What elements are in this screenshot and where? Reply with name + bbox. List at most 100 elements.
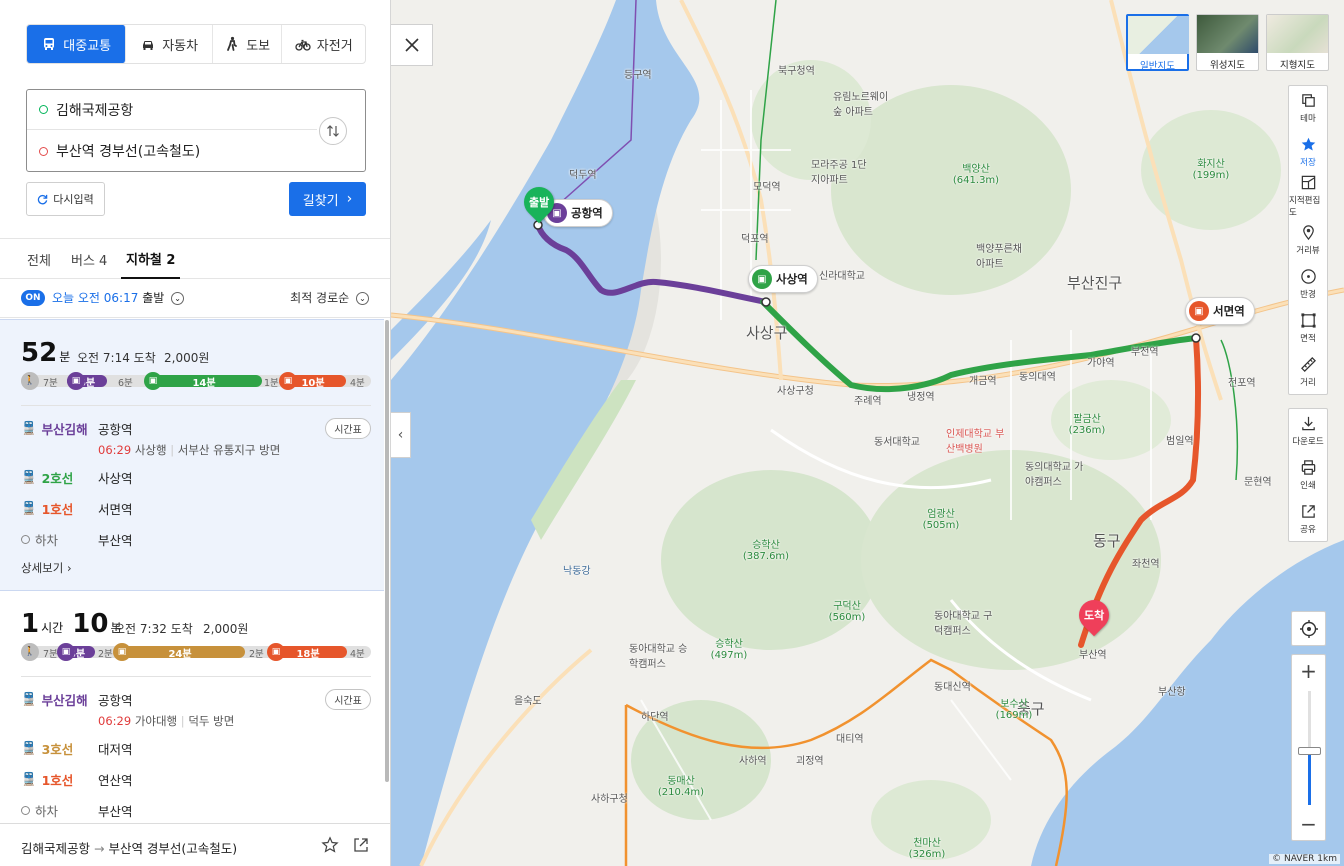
station-label: 가야역 bbox=[1087, 358, 1115, 369]
map-view[interactable]: 사상구 부산진구 동구 중구 낙동강 을숙도 사상구청 동서대학교 인제대학교 … bbox=[391, 0, 1344, 866]
arrive-time: 오전 7:14 도착 bbox=[77, 351, 156, 365]
maptype-normal[interactable]: 일반지도 bbox=[1126, 14, 1189, 72]
maptype-terrain[interactable]: 지형지도 bbox=[1266, 14, 1329, 71]
step-row: 🚆 부산김해 공항역 bbox=[21, 418, 133, 438]
station-name: 대저역 bbox=[98, 741, 133, 757]
line-name: 1호선 bbox=[41, 501, 74, 517]
tool-distance[interactable]: 거리 bbox=[1289, 350, 1327, 394]
star-icon[interactable] bbox=[321, 836, 339, 854]
timetable-button[interactable]: 시간표 bbox=[325, 418, 371, 439]
destination-field[interactable]: 부산역 경부선(고속철도) bbox=[27, 131, 317, 171]
tool-save[interactable]: 저장 bbox=[1289, 130, 1327, 174]
chevron-right-icon: › bbox=[66, 561, 72, 575]
segment-line3: 24분 bbox=[115, 646, 245, 660]
swap-button[interactable] bbox=[319, 117, 347, 145]
current-location-button[interactable] bbox=[1291, 611, 1326, 646]
station-name: 서면역 bbox=[98, 501, 133, 517]
find-route-button[interactable]: 길찾기 › bbox=[289, 182, 366, 216]
mode-walk[interactable]: 도보 bbox=[213, 25, 283, 63]
walk-time: 6분 bbox=[118, 378, 133, 389]
station-pin-sasang[interactable]: ▣ 사상역 bbox=[748, 265, 818, 293]
bottom-to: 부산역 경부선(고속철도) bbox=[108, 841, 238, 856]
chevron-down-icon: ⌄ bbox=[356, 292, 369, 305]
tool-cadastral[interactable]: 지적편집도 bbox=[1289, 174, 1327, 218]
train-info: 06:29 가야대행 | 덕두 방면 bbox=[98, 714, 235, 728]
detail-link[interactable]: 상세보기 › bbox=[21, 560, 72, 576]
tool-label: 지적편집도 bbox=[1289, 196, 1321, 218]
mode-car[interactable]: 자동차 bbox=[126, 25, 213, 63]
start-label: 출발 bbox=[528, 196, 550, 209]
route-duration: 52 분 bbox=[21, 338, 70, 368]
maptype-satellite[interactable]: 위성지도 bbox=[1196, 14, 1259, 71]
mode-label: 도보 bbox=[246, 38, 271, 54]
train-time: 06:29 bbox=[98, 714, 132, 728]
line-name: 3호선 bbox=[41, 741, 74, 757]
tool-label: 저장 bbox=[1300, 158, 1316, 168]
duration-minutes: 52 bbox=[21, 338, 58, 368]
station-label: 범일역 bbox=[1166, 436, 1194, 447]
mode-transit[interactable]: 대중교통 bbox=[27, 25, 127, 63]
zoom-control: + − bbox=[1291, 654, 1326, 841]
route-result-2[interactable]: 1 시간 10 분 오전 7:32 도착 2,000원 🚶 7분 8분 ▣ 2분 2… bbox=[0, 591, 384, 819]
train-icon: 🚆 bbox=[21, 691, 37, 706]
route-panel: 대중교통 자동차 도보 자전거 김해국제공항 부산역 경부선(고속철도) 다시입… bbox=[0, 0, 391, 866]
sort-dropdown[interactable]: 최적 경로순 ⌄ bbox=[290, 289, 369, 306]
tab-bus[interactable]: 버스 4 bbox=[71, 239, 107, 279]
result-tabs: 전체 버스 4 지하철 2 bbox=[0, 238, 390, 279]
close-button[interactable] bbox=[391, 24, 433, 66]
tool-label: 면적 bbox=[1300, 334, 1316, 344]
departure-time[interactable]: 오늘 오전 06:17 출발 ⌄ bbox=[52, 289, 185, 306]
share-icon bbox=[1301, 505, 1315, 518]
tab-subway[interactable]: 지하철 2 bbox=[121, 239, 181, 279]
collapse-panel-button[interactable]: ‹ bbox=[391, 412, 411, 458]
tool-radius[interactable]: 반경 bbox=[1289, 262, 1327, 306]
tool-print[interactable]: 인쇄 bbox=[1289, 453, 1327, 497]
zoom-slider-thumb[interactable] bbox=[1298, 747, 1321, 755]
station-label: 북구청역 bbox=[778, 66, 815, 77]
tool-area[interactable]: 면적 bbox=[1289, 306, 1327, 350]
route-result-1[interactable]: 52 분 오전 7:14 도착 2,000원 🚶 7분 6분 ▣ 6분 14분 ▣… bbox=[0, 319, 384, 591]
tool-download[interactable]: 다운로드 bbox=[1289, 409, 1327, 453]
zoom-out-button[interactable]: − bbox=[1292, 808, 1325, 840]
station-label: 좌천역 bbox=[1132, 559, 1160, 570]
station-label: 문현역 bbox=[1244, 477, 1272, 488]
train-info: 06:29 사상행 | 서부산 유통지구 방면 bbox=[98, 443, 281, 457]
download-icon bbox=[1301, 416, 1315, 431]
timetable-button[interactable]: 시간표 bbox=[325, 689, 371, 710]
bus-icon bbox=[44, 38, 55, 50]
station-label: 부전역 bbox=[1131, 347, 1159, 358]
river-label: 낙동강 bbox=[563, 566, 591, 577]
maptype-label: 위성지도 bbox=[1210, 60, 1245, 71]
station-label: 덕두역 bbox=[569, 170, 597, 181]
tool-share[interactable]: 공유 bbox=[1289, 497, 1327, 541]
reinput-button[interactable]: 다시입력 bbox=[26, 182, 105, 216]
line-label: 🚆 1호선 bbox=[21, 770, 98, 789]
maptype-thumb bbox=[1128, 16, 1189, 54]
duration-hour-unit: 시간 bbox=[41, 621, 64, 635]
tool-streetview[interactable]: 거리뷰 bbox=[1289, 218, 1327, 262]
poi-label: 신라대학교 bbox=[819, 271, 865, 282]
station-name: 부산역 bbox=[98, 803, 133, 819]
print-icon bbox=[1301, 460, 1315, 475]
poi-label: 사상구청 bbox=[777, 386, 814, 397]
ruler-icon bbox=[1300, 357, 1316, 372]
station-name: 부산역 bbox=[98, 532, 133, 548]
naver-copyright: © NAVER bbox=[1272, 854, 1315, 864]
pin-label: 사상역 bbox=[776, 272, 808, 286]
share-icon[interactable] bbox=[352, 836, 370, 854]
on-toggle[interactable]: ON bbox=[21, 290, 45, 306]
tab-all[interactable]: 전체 bbox=[27, 239, 51, 279]
origin-field[interactable]: 김해국제공항 bbox=[27, 90, 317, 130]
district-label: 부산진구 bbox=[1067, 274, 1123, 292]
line-label: 🚆 부산김해 bbox=[21, 419, 98, 438]
results-list: 52 분 오전 7:14 도착 2,000원 🚶 7분 6분 ▣ 6분 14분 ▣… bbox=[0, 319, 384, 819]
train-icon: ▣ bbox=[279, 372, 297, 390]
station-pin-seomyeon[interactable]: ▣ 서면역 bbox=[1185, 297, 1255, 325]
mode-bicycle[interactable]: 자전거 bbox=[282, 25, 365, 63]
tool-theme[interactable]: 테마 bbox=[1289, 86, 1327, 130]
train-icon: 🚆 bbox=[21, 771, 37, 786]
line-label: 하차 bbox=[21, 530, 98, 549]
results-scrollbar[interactable] bbox=[385, 320, 389, 782]
zoom-in-button[interactable]: + bbox=[1292, 655, 1325, 687]
station-name: 사상역 bbox=[98, 470, 133, 486]
